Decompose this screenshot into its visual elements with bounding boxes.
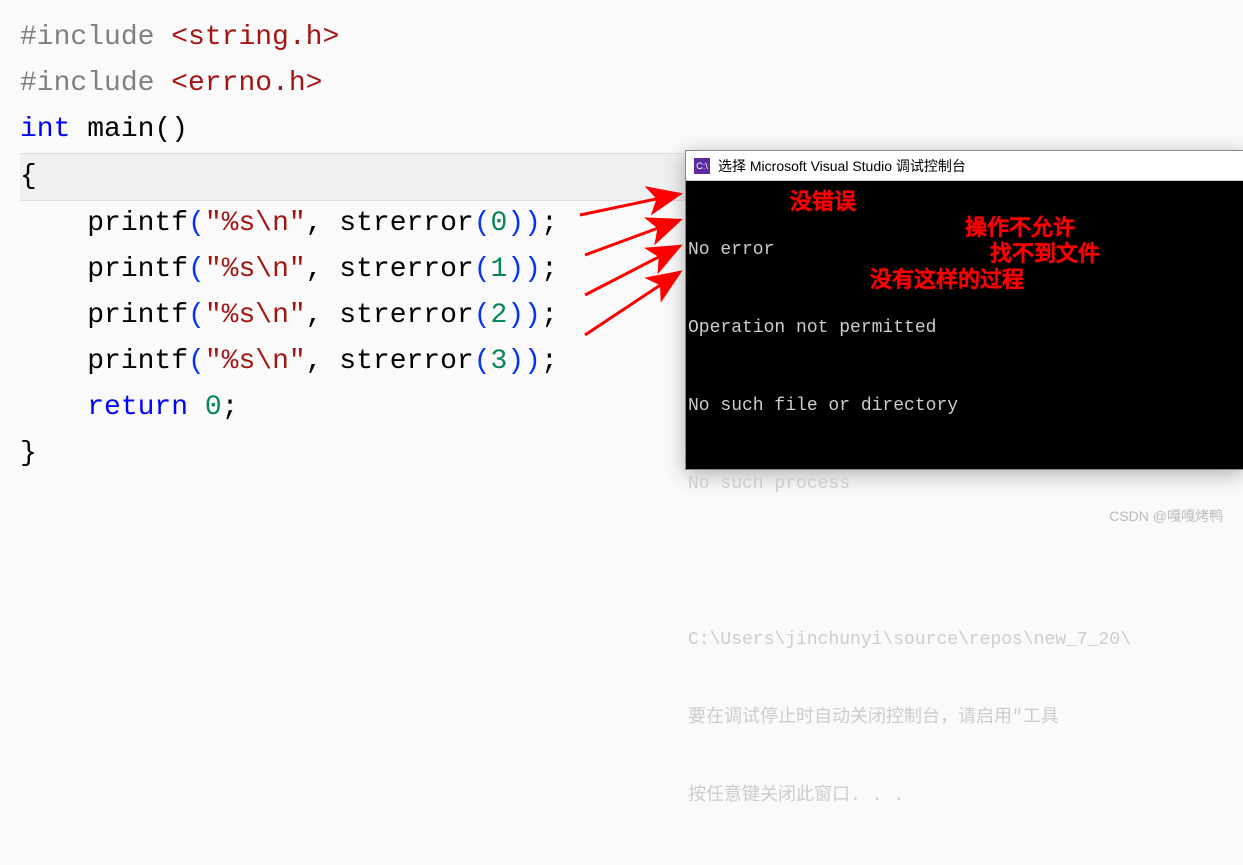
annotation-no-process: 没有这样的过程 [870, 262, 1024, 294]
console-window[interactable]: C:\ 选择 Microsoft Visual Studio 调试控制台 No … [685, 150, 1243, 470]
console-line: No such process [688, 471, 1242, 497]
vs-console-icon: C:\ [694, 158, 710, 174]
console-line: 要在调试停止时自动关闭控制台，请启用"工具 [688, 705, 1242, 731]
code-line: int main() [20, 107, 1243, 153]
console-line: Operation not permitted [688, 315, 1242, 341]
console-title: 选择 Microsoft Visual Studio 调试控制台 [718, 156, 966, 176]
code-line: #include <string.h> [20, 15, 1243, 61]
console-line: No such file or directory [688, 393, 1242, 419]
console-line: 按任意键关闭此窗口. . . [688, 783, 1242, 809]
console-line [688, 549, 1242, 575]
console-titlebar[interactable]: C:\ 选择 Microsoft Visual Studio 调试控制台 [686, 151, 1243, 181]
code-line: #include <errno.h> [20, 61, 1243, 107]
console-line: C:\Users\jinchunyi\source\repos\new_7_20… [688, 627, 1242, 653]
watermark: CSDN @嘎嘎烤鸭 [1109, 506, 1223, 526]
annotation-no-error: 没错误 [790, 184, 856, 216]
